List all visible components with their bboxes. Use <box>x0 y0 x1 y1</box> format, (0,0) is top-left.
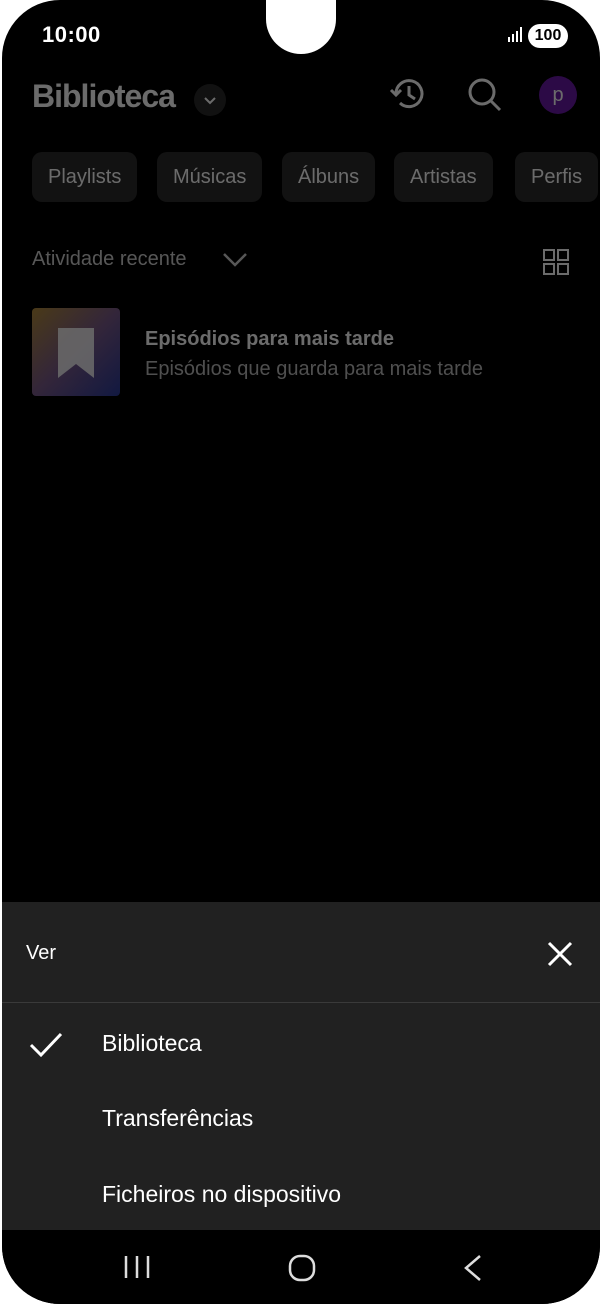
chevron-down-icon <box>204 97 216 105</box>
page-title: Biblioteca <box>32 78 176 114</box>
option-ficheiros-no-dispositivo[interactable]: Ficheiros no dispositivo <box>102 1181 341 1208</box>
option-biblioteca[interactable]: Biblioteca <box>102 1030 202 1057</box>
home-icon[interactable] <box>288 1254 316 1282</box>
phone-screen: 10:00 100 Biblioteca p Playlists Músicas… <box>2 0 600 1304</box>
filter-chip-albuns[interactable]: Álbuns <box>282 152 376 202</box>
filter-chip-perfis[interactable]: Perfis <box>515 152 599 202</box>
close-icon[interactable] <box>542 936 578 972</box>
library-screen: Biblioteca p Playlists Músicas Álbuns Ar… <box>2 0 600 900</box>
back-icon[interactable] <box>460 1254 486 1282</box>
option-transferencias[interactable]: Transferências <box>102 1105 253 1132</box>
grid-view-icon[interactable] <box>542 248 570 276</box>
chevron-down-icon[interactable] <box>222 248 248 270</box>
filter-chip-musicas[interactable]: Músicas <box>157 152 263 202</box>
library-dropdown-button[interactable] <box>194 84 226 116</box>
list-item-title: Episódios para mais tarde <box>145 328 394 350</box>
search-icon[interactable] <box>464 74 504 114</box>
filter-chip-playlists[interactable]: Playlists <box>32 152 138 202</box>
episode-thumbnail <box>32 308 120 396</box>
divider <box>2 1002 600 1003</box>
avatar[interactable]: p <box>539 76 577 114</box>
filter-chip-artistas[interactable]: Artistas <box>394 152 493 202</box>
sort-label[interactable]: Atividade recente <box>32 248 187 271</box>
history-icon[interactable] <box>388 74 428 114</box>
view-bottom-sheet: Ver Biblioteca Transferências Ficheiros … <box>2 902 600 1230</box>
list-item-subtitle: Episódios que guarda para mais tarde <box>145 358 483 380</box>
check-icon <box>29 1032 63 1058</box>
bookmark-icon <box>58 328 94 378</box>
sheet-title: Ver <box>26 942 57 964</box>
recent-apps-icon[interactable] <box>122 1254 152 1280</box>
system-nav-bar <box>2 1230 600 1304</box>
